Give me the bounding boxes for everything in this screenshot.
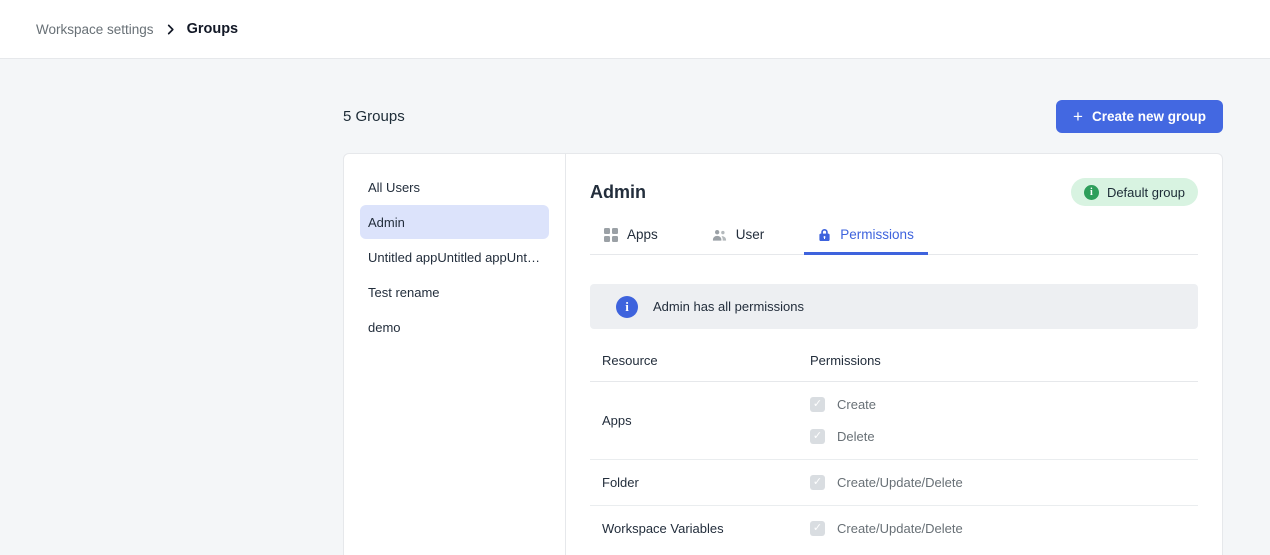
group-detail-panel: Admin Default group: [566, 154, 1222, 555]
group-item-test-rename[interactable]: Test rename: [360, 275, 549, 309]
table-header: Resource Permissions: [590, 347, 1198, 382]
checkbox-workspace-variables-cud[interactable]: [810, 521, 825, 536]
permission-cud: Create/Update/Delete: [810, 475, 963, 490]
group-tabs: Apps User: [590, 221, 1198, 255]
group-item-label: demo: [368, 320, 401, 335]
column-header-permissions: Permissions: [810, 353, 881, 368]
column-header-resource: Resource: [602, 353, 810, 368]
checkbox-apps-delete[interactable]: [810, 429, 825, 444]
permission-label: Delete: [837, 429, 875, 444]
permission-delete: Delete: [810, 429, 876, 444]
permission-label: Create/Update/Delete: [837, 475, 963, 490]
tab-user[interactable]: User: [698, 221, 779, 255]
groups-count-label: 5 Groups: [343, 108, 405, 125]
groups-card: All Users Admin Untitled appUntitled app…: [343, 153, 1223, 555]
group-item-label: Test rename: [368, 285, 440, 300]
permissions-cell: Create/Update/Delete: [810, 475, 963, 490]
chevron-right-icon: [165, 24, 176, 35]
permission-label: Create/Update/Delete: [837, 521, 963, 536]
table-row-apps: Apps Create Delete: [590, 382, 1198, 460]
checkbox-apps-create[interactable]: [810, 397, 825, 412]
permission-cud: Create/Update/Delete: [810, 521, 963, 536]
permission-label: Create: [837, 397, 876, 412]
group-item-label: All Users: [368, 180, 420, 195]
table-row-folder: Folder Create/Update/Delete: [590, 460, 1198, 506]
permissions-cell: Create/Update/Delete: [810, 521, 963, 536]
breadcrumb-workspace-settings[interactable]: Workspace settings: [36, 22, 154, 37]
group-item-untitled-app[interactable]: Untitled appUntitled appUntitle…: [360, 240, 549, 274]
plus-icon: +: [1073, 108, 1083, 125]
default-group-badge-label: Default group: [1107, 185, 1185, 200]
permissions-cell: Create Delete: [810, 397, 876, 444]
checkbox-folder-cud[interactable]: [810, 475, 825, 490]
group-item-all-users[interactable]: All Users: [360, 170, 549, 204]
tab-user-label: User: [736, 227, 765, 242]
page-header: 5 Groups + Create new group: [343, 100, 1223, 133]
group-item-label: Admin: [368, 215, 405, 230]
tab-permissions-label: Permissions: [840, 227, 914, 242]
group-list: All Users Admin Untitled appUntitled app…: [344, 154, 566, 555]
group-item-label: Untitled appUntitled appUntitle…: [368, 250, 541, 265]
create-new-group-label: Create new group: [1092, 109, 1206, 124]
groups-page: 5 Groups + Create new group All Users Ad…: [343, 100, 1223, 555]
breadcrumb-groups: Groups: [187, 21, 239, 37]
table-row-workspace-variables: Workspace Variables Create/Update/Delete: [590, 506, 1198, 551]
users-icon: [712, 228, 727, 242]
info-icon: [1084, 185, 1099, 200]
permissions-info-banner: Admin has all permissions: [590, 284, 1198, 329]
create-new-group-button[interactable]: + Create new group: [1056, 100, 1223, 133]
group-item-demo[interactable]: demo: [360, 310, 549, 344]
lock-icon: [818, 228, 831, 242]
info-icon: [616, 296, 638, 318]
tab-apps-label: Apps: [627, 227, 658, 242]
resource-label: Workspace Variables: [602, 521, 810, 536]
resource-label: Folder: [602, 475, 810, 490]
permissions-table: Resource Permissions Apps Create Delete: [590, 347, 1198, 551]
default-group-badge: Default group: [1071, 178, 1198, 206]
tab-apps[interactable]: Apps: [590, 221, 672, 255]
tab-permissions[interactable]: Permissions: [804, 221, 928, 255]
permission-create: Create: [810, 397, 876, 412]
group-detail-header: Admin Default group: [590, 178, 1198, 206]
resource-label: Apps: [602, 413, 810, 428]
grid-icon: [604, 228, 618, 242]
banner-text: Admin has all permissions: [653, 299, 804, 314]
top-bar: Workspace settings Groups: [0, 0, 1270, 59]
group-title: Admin: [590, 182, 646, 203]
group-item-admin[interactable]: Admin: [360, 205, 549, 239]
